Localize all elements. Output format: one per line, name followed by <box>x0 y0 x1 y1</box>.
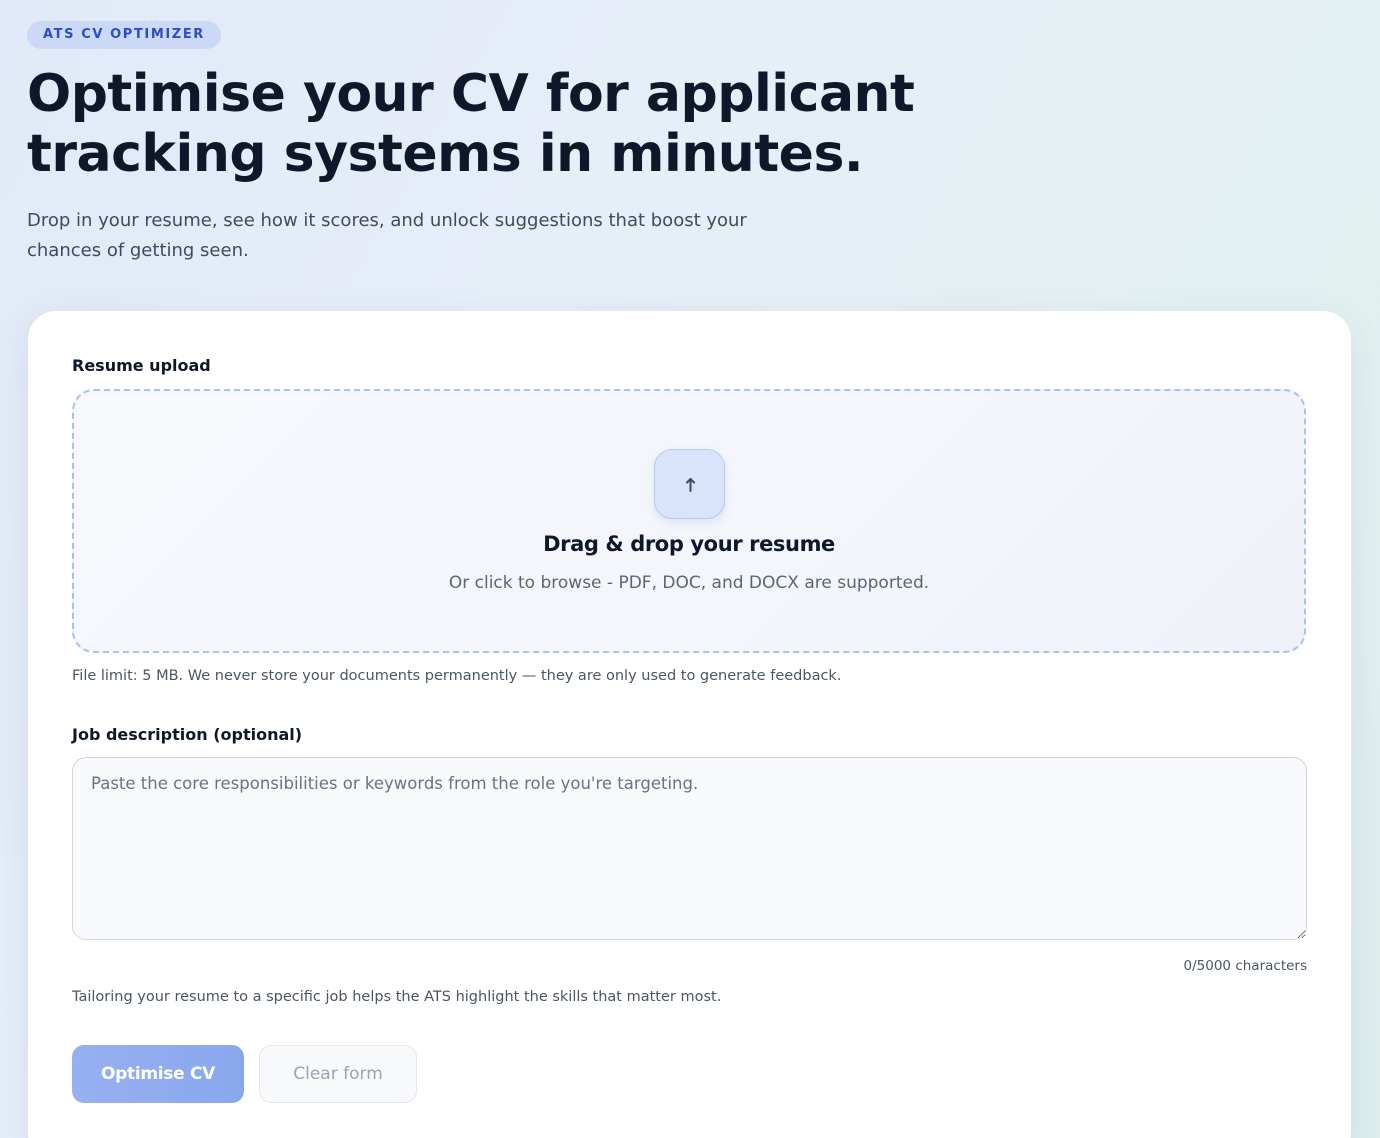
dropzone-title: Drag & drop your resume <box>543 532 835 556</box>
optimizer-form-card: Resume upload Drag & drop your resume Or… <box>28 311 1351 1138</box>
resume-upload-label: Resume upload <box>72 356 211 375</box>
tailoring-tip: Tailoring your resume to a specific job … <box>72 989 722 1005</box>
upload-arrow-icon <box>686 478 695 492</box>
character-counter: 0/5000 characters <box>1183 958 1307 974</box>
resume-dropzone[interactable]: Drag & drop your resume Or click to brow… <box>72 389 1306 653</box>
app-badge: ATS CV OPTIMIZER <box>27 21 221 49</box>
clear-form-button[interactable]: Clear form <box>259 1045 417 1103</box>
optimise-cv-button[interactable]: Optimise CV <box>72 1045 244 1103</box>
job-description-textarea[interactable] <box>72 757 1307 940</box>
dropzone-subtitle: Or click to browse - PDF, DOC, and DOCX … <box>448 573 930 593</box>
job-description-label: Job description (optional) <box>72 725 303 744</box>
page-title: Optimise your CV for applicant tracking … <box>27 64 915 184</box>
file-limit-note: File limit: 5 MB. We never store your do… <box>72 668 842 684</box>
upload-icon <box>654 449 725 519</box>
page-subtitle: Drop in your resume, see how it scores, … <box>27 210 747 261</box>
